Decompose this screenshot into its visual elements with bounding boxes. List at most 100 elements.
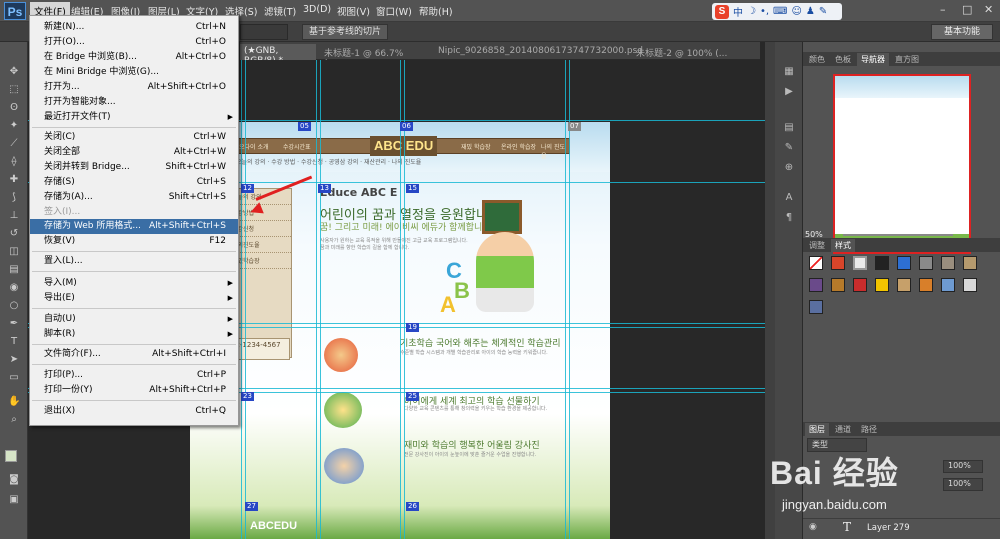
menu-save-as[interactable]: 存储为(A)... Shift+Ctrl+S — [30, 190, 238, 205]
style-swatch[interactable] — [963, 278, 977, 292]
tab-untitled-2[interactable]: 未标题-2 @ 100% (... — [632, 44, 742, 60]
menu-import[interactable]: 导入(M) ▶ — [30, 276, 238, 291]
menu-open-smart-object[interactable]: 打开为智能对象... — [30, 95, 238, 110]
menu-window[interactable]: 窗口(W) — [376, 4, 412, 18]
user-icon[interactable]: ☺ — [791, 6, 801, 17]
style-swatch[interactable] — [897, 278, 911, 292]
eye-icon[interactable]: ◉ — [809, 522, 819, 532]
opacity-field[interactable]: 100% — [943, 460, 983, 473]
guide-vertical[interactable] — [320, 60, 321, 539]
paragraph-panel-icon[interactable]: ¶ — [783, 212, 795, 224]
tab-nipic[interactable]: Nipic_9026858_20140806173747732000.psd — [434, 44, 643, 60]
slice-label[interactable]: 07 — [568, 122, 581, 131]
fill-field[interactable]: 100% — [943, 478, 983, 491]
maximize-icon[interactable]: □ — [962, 3, 972, 16]
menu-browse-bridge[interactable]: 在 Bridge 中浏览(B)... Alt+Ctrl+O — [30, 50, 238, 65]
menu-browse-mini-bridge[interactable]: 在 Mini Bridge 中浏览(G)... — [30, 65, 238, 80]
guide-vertical[interactable] — [316, 60, 317, 539]
style-swatch[interactable] — [919, 278, 933, 292]
quick-mask-icon[interactable]: ◙ — [8, 474, 20, 486]
menu-print-one-copy[interactable]: 打印一份(Y) Alt+Shift+Ctrl+P — [30, 383, 238, 398]
menu-filter[interactable]: 滤镜(T) — [264, 4, 296, 18]
ime-toolbar[interactable]: S 中 ☽ •, ⌨ ☺ ♟ ✎ — [712, 3, 842, 20]
menu-close-all[interactable]: 关闭全部 Alt+Ctrl+W — [30, 145, 238, 160]
wrench-icon[interactable]: ✎ — [819, 6, 827, 17]
style-swatch[interactable] — [809, 278, 823, 292]
tab-histogram[interactable]: 直方图 — [891, 53, 923, 66]
blur-icon[interactable]: ◉ — [8, 282, 20, 294]
menu-save[interactable]: 存储(S) Ctrl+S — [30, 175, 238, 190]
slice-label[interactable]: 25 — [406, 392, 419, 401]
menu-exit[interactable]: 退出(X) Ctrl+Q — [30, 404, 238, 419]
type-tool-icon[interactable]: T — [8, 336, 20, 348]
brush-tool-icon[interactable]: ⟆ — [8, 192, 20, 204]
lasso-tool-icon[interactable]: ʘ — [8, 102, 20, 114]
slice-label[interactable]: 13 — [318, 184, 331, 193]
style-swatch[interactable] — [853, 256, 867, 270]
menu-place[interactable]: 置入(L)... — [30, 254, 238, 269]
moon-icon[interactable]: ☽ — [747, 6, 756, 17]
layer-comps-icon[interactable]: ▤ — [783, 122, 795, 134]
tab-swatches[interactable]: 色板 — [831, 53, 855, 66]
screen-mode-icon[interactable]: ▣ — [8, 494, 20, 506]
tab-paths[interactable]: 路径 — [857, 423, 881, 436]
slice-label[interactable]: 06 — [400, 122, 413, 131]
style-swatch[interactable] — [941, 256, 955, 270]
menu-close[interactable]: 关闭(C) Ctrl+W — [30, 130, 238, 145]
menu-automate[interactable]: 自动(U) ▶ — [30, 312, 238, 327]
minimize-icon[interactable]: – — [940, 3, 946, 16]
options-input[interactable] — [240, 24, 288, 40]
slice-label[interactable]: 27 — [245, 502, 258, 511]
actions-panel-icon[interactable]: ▶ — [783, 86, 795, 98]
marquee-tool-icon[interactable]: ⬚ — [8, 84, 20, 96]
menu-open[interactable]: 打开(O)... Ctrl+O — [30, 35, 238, 50]
shape-tool-icon[interactable]: ▭ — [8, 372, 20, 384]
style-swatch[interactable] — [897, 256, 911, 270]
dodge-icon[interactable]: ○ — [8, 300, 20, 312]
style-swatch[interactable] — [875, 278, 889, 292]
slice-label[interactable]: 23 — [241, 392, 254, 401]
menu-3d[interactable]: 3D(D) — [303, 4, 331, 15]
eyedropper-icon[interactable]: ⟠ — [8, 156, 20, 168]
tab-color[interactable]: 颜色 — [805, 53, 829, 66]
slice-tool-icon[interactable]: ⟋ — [8, 138, 20, 150]
guide-vertical[interactable] — [241, 60, 242, 539]
tab-layers[interactable]: 图层 — [805, 423, 829, 436]
menu-help[interactable]: 帮助(H) — [419, 4, 453, 18]
tab-gnb[interactable]: (★GNB, RGB/8) * — [240, 44, 316, 66]
style-swatch[interactable] — [919, 256, 933, 270]
menu-close-go-bridge[interactable]: 关闭并转到 Bridge... Shift+Ctrl+W — [30, 160, 238, 175]
menu-revert[interactable]: 恢复(V) F12 — [30, 234, 238, 249]
history-panel-icon[interactable]: ▦ — [783, 66, 795, 78]
style-swatch[interactable] — [875, 256, 889, 270]
gradient-icon[interactable]: ▤ — [8, 264, 20, 276]
menu-recent-files[interactable]: 最近打开文件(T) ▶ — [30, 110, 238, 125]
slice-label[interactable]: 19 — [406, 323, 419, 332]
menu-export[interactable]: 导出(E) ▶ — [30, 291, 238, 306]
tab-untitled-1[interactable]: 未标题-1 @ 66.7% (... — [320, 44, 422, 69]
menu-print[interactable]: 打印(P)... Ctrl+P — [30, 368, 238, 383]
eraser-icon[interactable]: ◫ — [8, 246, 20, 258]
navigator-thumbnail[interactable] — [833, 74, 971, 254]
quick-select-icon[interactable]: ✦ — [8, 120, 20, 132]
keyboard-icon[interactable]: ⌨ — [773, 6, 787, 17]
menu-new[interactable]: 新建(N)... Ctrl+N — [30, 20, 238, 35]
slice-label[interactable]: 26 — [406, 502, 419, 511]
style-swatch[interactable] — [809, 256, 823, 270]
ime-mode[interactable]: 中 — [733, 4, 743, 19]
menu-view[interactable]: 视图(V) — [337, 4, 370, 18]
slice-label[interactable]: 15 — [406, 184, 419, 193]
style-swatch[interactable] — [963, 256, 977, 270]
menu-scripts[interactable]: 脚本(R) ▶ — [30, 327, 238, 342]
navigator-zoom-slider[interactable] — [843, 234, 953, 236]
menu-save-for-web[interactable]: 存储为 Web 所用格式... Alt+Shift+Ctrl+S — [30, 219, 238, 234]
workspace-button[interactable]: 基本功能 — [931, 24, 993, 40]
guide-vertical[interactable] — [569, 60, 570, 539]
menu-file-info[interactable]: 文件简介(F)... Alt+Shift+Ctrl+I — [30, 347, 238, 362]
style-swatch[interactable] — [809, 300, 823, 314]
tab-channels[interactable]: 通道 — [831, 423, 855, 436]
style-swatch[interactable] — [831, 278, 845, 292]
path-select-icon[interactable]: ➤ — [8, 354, 20, 366]
menu-open-as[interactable]: 打开为... Alt+Shift+Ctrl+O — [30, 80, 238, 95]
tab-adjustments[interactable]: 调整 — [805, 239, 829, 252]
